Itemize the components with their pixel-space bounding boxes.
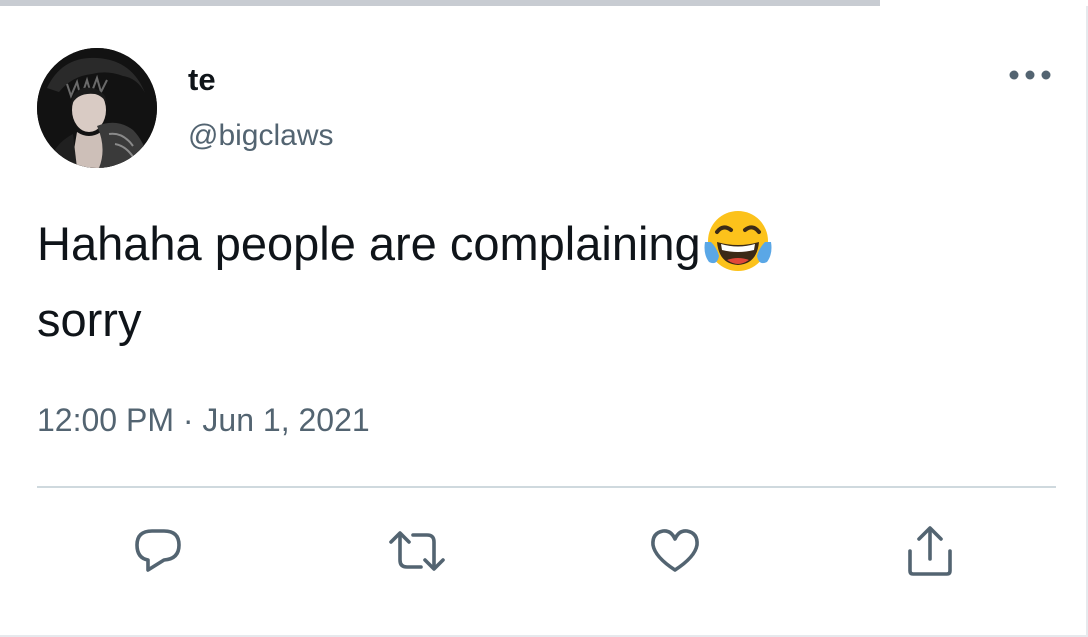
tweet-card: te @bigclaws Hahaha people are complaini… xyxy=(0,0,1088,637)
avatar-photo-icon xyxy=(37,48,157,168)
more-dots-icon xyxy=(1009,70,1051,80)
reply-icon xyxy=(135,529,181,572)
divider xyxy=(37,486,1056,488)
like-button[interactable] xyxy=(643,519,707,583)
tweet-text-line-1-text: Hahaha people are complaining xyxy=(37,217,701,270)
tweet-text: Hahaha people are complaining sorry xyxy=(37,206,997,358)
tweet-date: Jun 1, 2021 xyxy=(202,402,370,438)
meta-separator: · xyxy=(182,402,194,438)
more-options-button[interactable] xyxy=(1002,58,1058,92)
display-name[interactable]: te xyxy=(188,60,216,100)
share-icon xyxy=(908,526,952,576)
retweet-button[interactable] xyxy=(385,519,449,583)
avatar[interactable] xyxy=(37,48,157,168)
face-with-tears-of-joy-icon xyxy=(703,208,773,274)
action-bar xyxy=(0,511,1088,591)
username-handle[interactable]: @bigclaws xyxy=(188,116,334,156)
tweet-text-line-1: Hahaha people are complaining xyxy=(37,206,997,282)
retweet-icon xyxy=(389,531,445,571)
top-strip xyxy=(880,0,1088,6)
heart-icon xyxy=(651,529,699,572)
tweet-timestamp[interactable]: 12:00 PM · Jun 1, 2021 xyxy=(37,398,370,442)
reply-button[interactable] xyxy=(126,519,190,583)
share-button[interactable] xyxy=(898,519,962,583)
tweet-text-line-2: sorry xyxy=(37,293,142,346)
tweet-time: 12:00 PM xyxy=(37,402,174,438)
